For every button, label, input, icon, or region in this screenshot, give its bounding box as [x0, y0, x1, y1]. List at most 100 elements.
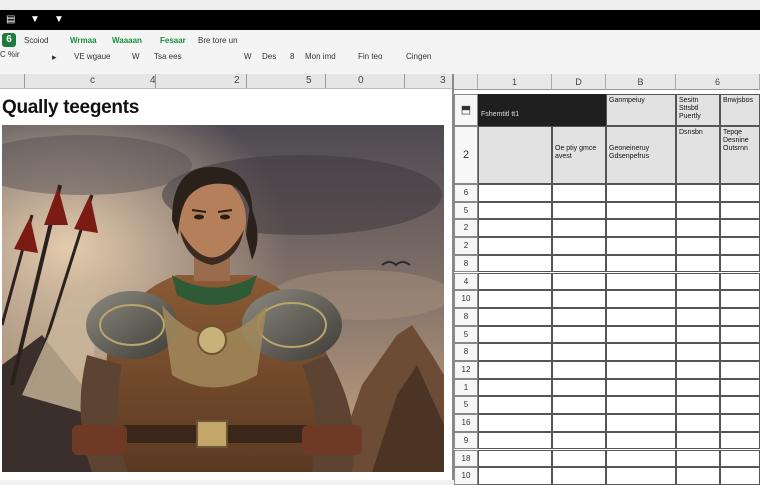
corner-cell[interactable] [454, 74, 478, 90]
grid-cell[interactable] [676, 184, 720, 202]
grid-cell[interactable] [720, 325, 760, 344]
grid-cell[interactable] [478, 254, 552, 273]
row-header[interactable]: 5 [454, 325, 478, 344]
grid-cell[interactable] [552, 254, 606, 273]
row-header[interactable]: 8 [454, 254, 478, 273]
grid-cell[interactable] [552, 378, 606, 397]
grid-cell[interactable] [552, 343, 606, 361]
ribbon-button[interactable]: Fin teo [358, 52, 382, 62]
row-header[interactable]: 10 [454, 290, 478, 308]
column-header[interactable]: D [552, 74, 606, 90]
grid-cell[interactable] [676, 254, 720, 273]
row-header[interactable]: 2 [454, 126, 478, 184]
header-cell[interactable]: Bnwjsbos [720, 94, 760, 126]
row-header[interactable]: 4 [454, 272, 478, 291]
grid-cell[interactable] [606, 361, 676, 379]
grid-cell[interactable] [478, 449, 552, 468]
grid-cell[interactable] [720, 254, 760, 273]
row-header[interactable]: 8 [454, 343, 478, 361]
ribbon-left-label[interactable]: C %ir [0, 50, 20, 59]
menu-icon[interactable]: ▤ [6, 14, 15, 26]
grid-cell[interactable] [606, 219, 676, 238]
grid-cell[interactable] [606, 325, 676, 344]
horizontal-ruler[interactable]: c 4 2 5 0 3 [0, 74, 452, 89]
grid-cell[interactable] [552, 201, 606, 220]
grid-cell[interactable] [552, 219, 606, 238]
ribbon-tab[interactable]: Bre tore un [198, 36, 238, 46]
grid-cell[interactable] [478, 467, 552, 485]
warrior-illustration[interactable] [2, 125, 444, 472]
grid-cell[interactable] [478, 290, 552, 308]
grid-cell[interactable] [676, 201, 720, 220]
document-page[interactable]: Qually teegents [0, 89, 452, 480]
row-header[interactable]: 6 [454, 184, 478, 202]
grid-cell[interactable] [552, 414, 606, 432]
grid-cell[interactable] [606, 307, 676, 326]
grid-cell[interactable] [478, 184, 552, 202]
grid-cell[interactable] [478, 431, 552, 450]
grid-cell[interactable] [676, 361, 720, 379]
document-title[interactable]: Qually teegents [2, 97, 139, 119]
grid-cell[interactable] [720, 201, 760, 220]
grid-cell[interactable] [720, 184, 760, 202]
grid-cell[interactable] [606, 272, 676, 291]
grid-cell[interactable] [552, 431, 606, 450]
grid-cell[interactable] [606, 449, 676, 468]
header-cell[interactable]: Ganmpeiuy [606, 94, 676, 126]
grid-cell[interactable] [720, 467, 760, 485]
grid-cell[interactable] [676, 325, 720, 344]
grid-cell[interactable] [552, 307, 606, 326]
grid-cell[interactable] [552, 449, 606, 468]
grid-cell[interactable] [720, 361, 760, 379]
row-header[interactable]: 5 [454, 396, 478, 415]
grid-cell[interactable] [720, 378, 760, 397]
ribbon-button[interactable]: W [132, 52, 140, 62]
row-header[interactable]: 1 [454, 378, 478, 397]
grid-cell[interactable] [720, 219, 760, 238]
row-header[interactable]: 16 [454, 414, 478, 432]
grid-cell[interactable] [606, 414, 676, 432]
ribbon-button[interactable]: 8 [290, 52, 294, 62]
grid-cell[interactable] [552, 361, 606, 379]
grid-cell[interactable] [676, 414, 720, 432]
row-header-selector[interactable]: ⬒ [454, 94, 478, 126]
grid-cell[interactable] [606, 467, 676, 485]
row-header[interactable]: 2 [454, 237, 478, 255]
grid-cell[interactable] [478, 414, 552, 432]
grid-cell[interactable] [606, 396, 676, 415]
grid-cell[interactable] [676, 431, 720, 450]
ribbon-button[interactable]: W [244, 52, 252, 62]
grid-cell[interactable] [606, 201, 676, 220]
row-header[interactable]: 5 [454, 201, 478, 220]
grid-cell[interactable] [720, 414, 760, 432]
grid-cell[interactable] [552, 325, 606, 344]
grid-cell[interactable] [606, 290, 676, 308]
grid-cell[interactable] [676, 467, 720, 485]
grid-cell[interactable] [478, 237, 552, 255]
grid-cell[interactable] [478, 325, 552, 344]
grid-cell[interactable] [478, 307, 552, 326]
grid-cell[interactable] [552, 237, 606, 255]
row-header[interactable]: 8 [454, 307, 478, 326]
grid-cell[interactable] [478, 343, 552, 361]
grid-cell[interactable] [720, 343, 760, 361]
grid-cell[interactable] [552, 467, 606, 485]
header-cell-dark[interactable]: Fshemtitl tt1 [478, 94, 606, 126]
ribbon-button[interactable]: VE wgaue [74, 52, 110, 62]
grid-cell[interactable] [606, 237, 676, 255]
grid-cell[interactable] [606, 378, 676, 397]
ribbon-button[interactable]: Tsa ees [154, 52, 182, 62]
column-header[interactable]: B [606, 74, 676, 90]
row-header[interactable]: 12 [454, 361, 478, 379]
grid-cell[interactable] [720, 272, 760, 291]
ribbon-button[interactable]: Mon imd [305, 52, 336, 62]
grid-cell[interactable] [676, 219, 720, 238]
grid-cell[interactable] [720, 290, 760, 308]
grid-cell[interactable] [478, 396, 552, 415]
dropdown-icon[interactable]: ▼ [30, 14, 40, 26]
row-header[interactable]: 18 [454, 449, 478, 468]
play-icon[interactable]: ▸ [52, 52, 57, 63]
header-cell[interactable]: Dsnsbn [676, 126, 720, 184]
ribbon-button[interactable]: Des [262, 52, 276, 62]
header-cell[interactable]: Tepqe Desnine Outsrnn [720, 126, 760, 184]
